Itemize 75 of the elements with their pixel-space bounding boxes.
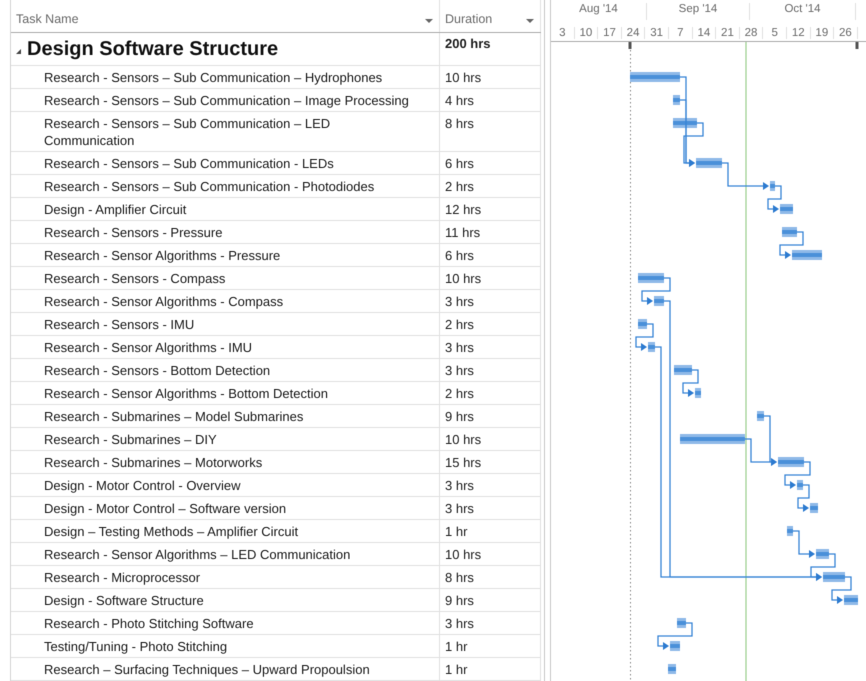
task-name: Research - Submarines – Model Submarines [44,408,304,425]
task-name: Design - Motor Control – Software version [44,500,286,517]
month-label: Oct '14 [750,3,856,20]
task-name: Research – Surfacing Techniques – Upward Propoulsion [44,661,370,678]
duration-text: 3 hrs [445,294,474,309]
task-name: Research - Microprocessor [44,569,200,586]
week-label: 7 [668,27,693,39]
duration-text: 3 hrs [445,616,474,631]
duration-text: 2 hrs [445,317,474,332]
week-label: 5 [763,27,787,39]
duration-text: 15 hrs [445,455,482,470]
week-label: 19 [810,27,834,39]
dropdown-icon[interactable] [526,19,534,23]
week-label: 10 [574,27,598,39]
duration-text: 9 hrs [445,593,474,608]
task-name: Research - Sensors – Sub Communication – LED Communication [44,115,332,149]
duration-text: 3 hrs [445,363,474,378]
task-name: Research - Sensor Algorithms - Compass [44,293,284,310]
duration-text: 10 hrs [445,547,482,562]
duration-text: 10 hrs [445,271,482,286]
duration-text: 9 hrs [445,409,474,424]
week-label: 17 [598,27,622,39]
task-name: Research - Sensors – Sub Communication – Image Processing [44,92,409,109]
duration-text: 3 hrs [445,340,474,355]
duration-text: 12 hrs [445,202,482,217]
task-name: Research - Sensors - Compass [44,270,226,287]
duration-text: 3 hrs [445,501,474,516]
task-name: Research - Sensor Algorithms – LED Communication [44,546,350,563]
task-name: Research - Sensors – Sub Communication – Hydrophones [44,69,382,86]
task-name: Testing/Tuning - Photo Stitching [44,638,228,655]
duration-text: 8 hrs [445,570,474,585]
duration-text: 11 hrs [445,225,480,240]
week-label: 12 [786,27,811,39]
month-label: Aug '14 [551,3,647,20]
task-name: Research - Sensors - IMU [44,316,194,333]
duration-text: 6 hrs [445,248,474,263]
week-label: 31 [645,27,669,39]
collapse-icon[interactable] [16,49,21,54]
task-name: Research - Submarines – Motorworks [44,454,262,471]
column-header[interactable]: Duration [440,0,541,32]
task-name: Research - Photo Stitching Software [44,615,254,632]
task-name: Research - Sensor Algorithms - Bottom Detection [44,385,328,402]
week-label: 24 [622,27,646,39]
week-label: 14 [692,27,716,39]
week-label: 26 [834,27,858,39]
duration-text: 3 hrs [445,478,474,493]
dropdown-icon[interactable] [425,19,433,23]
task-name: Research - Sensors - Bottom Detection [44,362,270,379]
duration-text: 1 hr [445,662,468,677]
task-name: Research - Sensor Algorithms - Pressure [44,247,280,264]
week-label: 3 [551,27,575,39]
task-name: Research - Submarines – DIY [44,431,217,448]
duration-text: 10 hrs [445,70,482,85]
duration-text: 200 hrs [445,36,491,51]
duration-text: 1 hr [445,524,468,539]
duration-text: 2 hrs [445,386,474,401]
task-name: Design - Motor Control - Overview [44,477,240,494]
task-name: Research - Sensors – Sub Communication - LEDs [44,155,334,172]
task-name: Design - Software Structure [44,592,204,609]
task-name: Design - Amplifier Circuit [44,201,186,218]
duration-text: 8 hrs [445,116,474,131]
summary-task-name: Design Software Structure [27,38,278,61]
duration-text: 4 hrs [445,93,474,108]
task-name: Research - Sensors - Pressure [44,224,222,241]
duration-text: 10 hrs [445,432,482,447]
task-name: Design – Testing Methods – Amplifier Circuit [44,523,298,540]
week-label: 21 [716,27,740,39]
month-label: Sep '14 [647,3,750,20]
column-header[interactable]: Task Name [11,0,440,32]
duration-text: 6 hrs [445,156,474,171]
task-name: Research - Sensor Algorithms - IMU [44,339,252,356]
week-label: 28 [740,27,764,39]
task-name: Research - Sensors – Sub Communication - Photodiodes [44,178,374,195]
duration-text: 2 hrs [445,179,474,194]
duration-text: 1 hr [445,639,468,654]
